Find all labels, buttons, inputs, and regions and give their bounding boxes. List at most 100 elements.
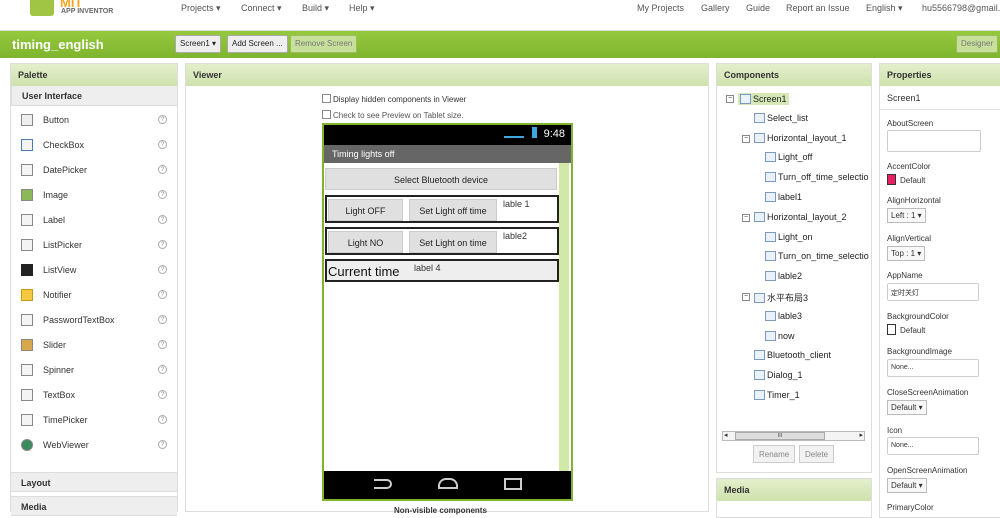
recent-apps-icon[interactable] [504,478,522,490]
home-icon[interactable] [438,478,458,489]
palette-item-textbox[interactable]: TextBox? [11,383,177,408]
back-icon[interactable] [374,479,392,489]
background-image-picker[interactable]: None... [887,359,979,377]
help-icon[interactable]: ? [158,165,167,174]
screen-select[interactable]: Screen1 ▾ [175,35,222,53]
align-horizontal-select[interactable]: Left : 1 ▾ [887,208,926,223]
palette-item-webviewer[interactable]: WebViewer? [11,433,177,458]
palette-item-listview[interactable]: ListView? [11,258,177,283]
help-icon[interactable]: ? [158,415,167,424]
scroll-thumb[interactable]: III [735,432,825,440]
tree-item[interactable]: Light_off [765,152,812,163]
tree-item[interactable]: Bluetooth_client [754,350,831,361]
tree-item[interactable]: Turn_off_time_selectio [765,172,869,183]
hidden-components-checkbox[interactable]: Display hidden components in Viewer [322,94,466,104]
help-icon[interactable]: ? [158,140,167,149]
scroll-left-icon[interactable]: ◂ [724,431,728,439]
icon-picker[interactable]: None... [887,437,979,455]
tree-item-label: Turn_on_time_selectio [778,251,869,262]
help-icon[interactable]: ? [158,290,167,299]
components-horizontal-scrollbar[interactable]: ◂ III ▸ [722,431,865,441]
phone-scrollbar[interactable] [559,163,569,473]
menu-connect[interactable]: Connect ▾ [241,3,282,14]
about-screen-textarea[interactable] [887,130,981,152]
remove-screen-button[interactable]: Remove Screen [290,35,358,53]
collapse-toggle-icon[interactable]: − [742,213,750,222]
background-color-picker[interactable]: Default [887,324,925,335]
media-section[interactable]: Media [11,496,177,516]
help-icon[interactable]: ? [158,215,167,224]
user-interface-section[interactable]: User Interface [11,86,177,106]
tree-item[interactable]: Select_list [754,112,808,123]
tree-item[interactable]: Turn_on_time_selectio [765,251,869,262]
tree-item[interactable]: Light_on [765,231,813,242]
add-screen-button[interactable]: Add Screen ... [227,35,288,53]
open-animation-select[interactable]: Default ▾ [887,478,927,493]
delete-button[interactable]: Delete [799,445,835,463]
palette-item-label[interactable]: Label? [11,208,177,233]
help-icon[interactable]: ? [158,115,167,124]
set-light-on-time-button[interactable]: Set Light on time [409,231,497,253]
collapse-toggle-icon[interactable]: − [742,293,750,301]
tree-item[interactable]: 水平布局3 [754,291,808,304]
component-icon [754,350,765,361]
tree-item[interactable]: label1 [765,192,802,202]
app-inventor-logo[interactable]: MIT APP INVENTOR [28,0,120,22]
light-on-button[interactable]: Light NO [328,231,403,253]
palette-item-datepicker[interactable]: DatePicker? [11,158,177,183]
palette-item-spinner[interactable]: Spinner? [11,358,177,383]
tree-item[interactable]: Timer_1 [754,390,800,400]
help-icon[interactable]: ? [158,390,167,399]
menu-build[interactable]: Build ▾ [302,3,329,14]
help-icon[interactable]: ? [158,315,167,324]
tree-item[interactable]: Horizontal_layout_2 [754,211,847,222]
help-icon[interactable]: ? [158,340,167,349]
tablet-preview-checkbox[interactable]: Check to see Preview on Tablet size. [322,110,464,120]
light-off-button[interactable]: Light OFF [328,199,403,221]
help-icon[interactable]: ? [158,265,167,274]
close-animation-select[interactable]: Default ▾ [887,400,927,415]
help-icon[interactable]: ? [158,240,167,249]
phone-preview: 9:48 Timing lights off Select Bluetooth … [322,123,573,501]
link-my-projects[interactable]: My Projects [637,3,684,13]
user-account-menu[interactable]: hu5566798@gmail. [922,3,1000,13]
app-name-input[interactable]: 定时关灯 [887,283,979,301]
tree-item[interactable]: Screen1 [738,93,789,105]
link-report-issue[interactable]: Report an Issue [786,3,850,13]
tree-item[interactable]: Horizontal_layout_1 [754,132,847,143]
palette-item-passwordtextbox[interactable]: PasswordTextBox? [11,308,177,333]
link-gallery[interactable]: Gallery [701,3,730,13]
align-vertical-select[interactable]: Top : 1 ▾ [887,246,926,261]
checkbox-box[interactable] [322,94,331,103]
palette-item-timepicker[interactable]: TimePicker? [11,408,177,433]
collapse-toggle-icon[interactable]: − [742,134,750,143]
palette-item-button[interactable]: Button? [11,108,177,133]
layout-section[interactable]: Layout [11,472,177,492]
set-light-off-time-button[interactable]: Set Light off time [409,199,497,221]
palette-item-slider[interactable]: Slider? [11,333,177,358]
link-guide[interactable]: Guide [746,3,770,13]
collapse-toggle-icon[interactable]: − [726,95,734,103]
scroll-right-icon[interactable]: ▸ [859,431,863,439]
tree-item[interactable]: lable2 [765,271,802,282]
help-icon[interactable]: ? [158,190,167,199]
tree-item[interactable]: lable3 [765,310,802,321]
help-icon[interactable]: ? [158,440,167,449]
accent-color-picker[interactable]: Default [887,174,925,185]
rename-button[interactable]: Rename [753,445,796,463]
palette-item-checkbox[interactable]: CheckBox? [11,133,177,158]
language-menu[interactable]: English ▾ [866,3,903,14]
tree-item[interactable]: Dialog_1 [754,370,803,381]
menu-help[interactable]: Help ▾ [349,3,375,14]
align-vertical-label: AlignVertical [887,234,932,243]
menu-projects[interactable]: Projects ▾ [181,3,221,14]
help-icon[interactable]: ? [158,365,167,374]
phone-status-bar: 9:48 [324,125,571,145]
select-bluetooth-button[interactable]: Select Bluetooth device [325,168,557,190]
tree-item[interactable]: now [765,330,795,341]
palette-item-image[interactable]: Image? [11,183,177,208]
palette-item-listpicker[interactable]: ListPicker? [11,233,177,258]
designer-button[interactable]: Designer [956,35,999,53]
palette-item-notifier[interactable]: Notifier? [11,283,177,308]
checkbox-box[interactable] [322,110,331,119]
